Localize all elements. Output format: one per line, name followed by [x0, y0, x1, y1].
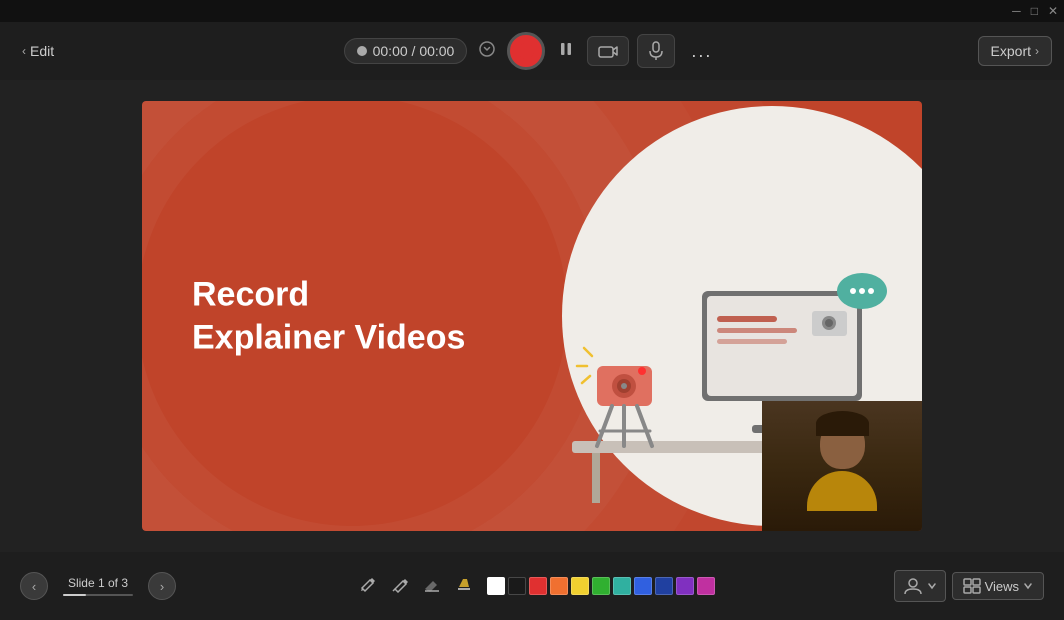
- maximize-button[interactable]: □: [1031, 4, 1038, 18]
- main-content-area: Record Explainer Videos: [0, 80, 1064, 552]
- color-swatch-yellow[interactable]: [571, 577, 589, 595]
- export-label: Export: [991, 43, 1031, 59]
- webcam-toggle-button[interactable]: [894, 570, 946, 602]
- color-swatch-dark-blue[interactable]: [655, 577, 673, 595]
- toolbar-right-section: Export ›: [978, 36, 1052, 66]
- views-button[interactable]: Views: [952, 572, 1044, 600]
- color-swatch-teal[interactable]: [613, 577, 631, 595]
- webcam-video: [762, 401, 922, 531]
- export-chevron-icon: ›: [1035, 44, 1039, 58]
- toolbar-left-section: ‹ Edit: [12, 38, 64, 64]
- eraser-tool-button[interactable]: [419, 571, 445, 602]
- color-swatch-white[interactable]: [487, 577, 505, 595]
- pen-tool-button[interactable]: [387, 571, 413, 602]
- slide-text-content: Record Explainer Videos: [192, 274, 465, 359]
- timer-display: 00:00 / 00:00: [344, 38, 468, 64]
- pause-button[interactable]: [553, 36, 579, 67]
- color-swatch-green[interactable]: [592, 577, 610, 595]
- views-label: Views: [985, 579, 1019, 594]
- color-swatches-group: [487, 577, 715, 595]
- slide-title-line2: Explainer Videos: [192, 316, 465, 359]
- main-toolbar: ‹ Edit 00:00 / 00:00: [0, 22, 1064, 80]
- highlight-tool-button[interactable]: [451, 571, 477, 602]
- close-button[interactable]: ✕: [1048, 4, 1058, 18]
- record-button[interactable]: [507, 32, 545, 70]
- window-titlebar: ─ □ ✕: [0, 0, 1064, 22]
- pause-icon: [557, 40, 575, 58]
- pen-icon: [391, 575, 409, 593]
- slide-progress-fill: [63, 594, 86, 596]
- views-dropdown-icon: [1023, 581, 1033, 591]
- color-swatch-orange[interactable]: [550, 577, 568, 595]
- webcam-overlay: [762, 401, 922, 531]
- timer-text: 00:00 / 00:00: [373, 43, 455, 59]
- microphone-icon: [648, 41, 664, 61]
- person-silhouette: [807, 419, 877, 511]
- toolbar-center-section: 00:00 / 00:00: [344, 32, 721, 70]
- back-edit-button[interactable]: ‹ Edit: [12, 38, 64, 64]
- slide-background: Record Explainer Videos: [142, 101, 922, 531]
- webcam-dropdown-icon: [927, 581, 937, 591]
- more-options-button[interactable]: ...: [683, 37, 720, 66]
- dots-label: ...: [691, 41, 712, 61]
- right-tools-group: Views: [894, 570, 1044, 602]
- minimize-button[interactable]: ─: [1012, 4, 1021, 18]
- slide-label-text: Slide 1 of 3: [68, 576, 128, 590]
- camera-button[interactable]: [587, 36, 629, 66]
- bottom-toolbar: ‹ Slide 1 of 3 ›: [0, 552, 1064, 620]
- slide-progress-bar: [63, 594, 133, 596]
- camera-icon: [598, 43, 618, 59]
- pencil-icon: [359, 575, 377, 593]
- slide-container: Record Explainer Videos: [142, 101, 922, 531]
- dropdown-icon: [479, 41, 495, 57]
- color-swatch-red[interactable]: [529, 577, 547, 595]
- prev-slide-button[interactable]: ‹: [20, 572, 48, 600]
- next-slide-icon: ›: [160, 579, 164, 594]
- slide-indicator: Slide 1 of 3: [58, 576, 138, 596]
- prev-slide-icon: ‹: [32, 579, 36, 594]
- timer-dropdown-button[interactable]: [475, 37, 499, 66]
- slide-title-line1: Record: [192, 274, 465, 317]
- export-button[interactable]: Export ›: [978, 36, 1052, 66]
- highlight-icon: [455, 575, 473, 593]
- views-icon: [963, 578, 981, 594]
- microphone-button[interactable]: [637, 34, 675, 68]
- drawing-tools-group: [355, 571, 477, 602]
- back-icon: ‹: [22, 44, 26, 58]
- color-swatch-black[interactable]: [508, 577, 526, 595]
- next-slide-button[interactable]: ›: [148, 572, 176, 600]
- webcam-person-icon: [903, 576, 923, 596]
- color-swatch-pink[interactable]: [697, 577, 715, 595]
- eraser-icon: [423, 575, 441, 593]
- color-swatch-blue[interactable]: [634, 577, 652, 595]
- color-swatch-purple[interactable]: [676, 577, 694, 595]
- pencil-tool-button[interactable]: [355, 571, 381, 602]
- timer-dot: [357, 46, 367, 56]
- edit-label: Edit: [30, 43, 54, 59]
- record-inner-dot: [518, 43, 534, 59]
